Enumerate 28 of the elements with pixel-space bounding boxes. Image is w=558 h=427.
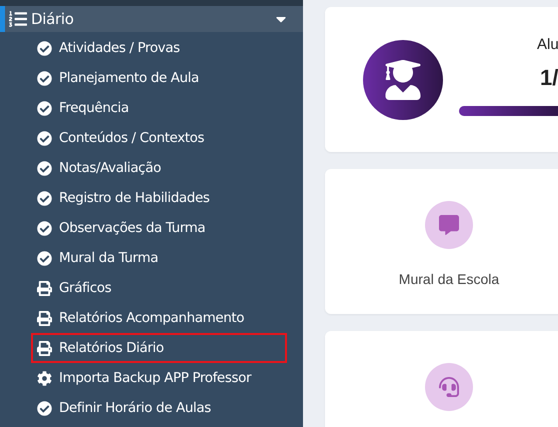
- menu-item[interactable]: Conteúdos / Contextos: [31, 123, 287, 153]
- speech-bubble-icon: [439, 215, 459, 235]
- menu-item[interactable]: Planejamento de Aula: [31, 63, 287, 93]
- menu-item[interactable]: Definir Horário de Aulas: [31, 393, 287, 423]
- menu-item[interactable]: Importa Backup APP Professor: [31, 363, 287, 393]
- menu-item[interactable]: Frequência: [31, 93, 287, 123]
- shortcut-button[interactable]: [425, 363, 473, 411]
- section-label: Diário: [31, 10, 75, 28]
- numbered-list-icon: [9, 10, 27, 28]
- shortcut-button[interactable]: [425, 201, 473, 249]
- menu-item[interactable]: Observações da Turma: [31, 213, 287, 243]
- printer-icon: [37, 340, 52, 356]
- gear-icon: [37, 370, 52, 386]
- shortcut-label: Mural da Escola: [398, 271, 500, 287]
- menu-item[interactable]: Relatórios Acompanhamento: [31, 303, 287, 333]
- menu-item[interactable]: Registro de Habilidades: [31, 183, 287, 213]
- printer-icon: [37, 310, 52, 326]
- printer-icon: [37, 280, 52, 296]
- menu-item[interactable]: Relatórios Diário: [31, 333, 287, 363]
- menu-item[interactable]: Mural da Turma: [31, 243, 287, 273]
- graduate-icon: [383, 60, 423, 100]
- menu-section-header[interactable]: Diário: [0, 6, 303, 32]
- stat-value: 1/: [539, 65, 558, 91]
- menu-item[interactable]: Notas/Avaliação: [31, 153, 287, 183]
- menu-item[interactable]: Atividades / Provas: [31, 33, 287, 63]
- headset-icon: [439, 377, 459, 397]
- stat-title: Alu: [536, 36, 558, 53]
- menu-item[interactable]: Gráficos: [31, 273, 287, 303]
